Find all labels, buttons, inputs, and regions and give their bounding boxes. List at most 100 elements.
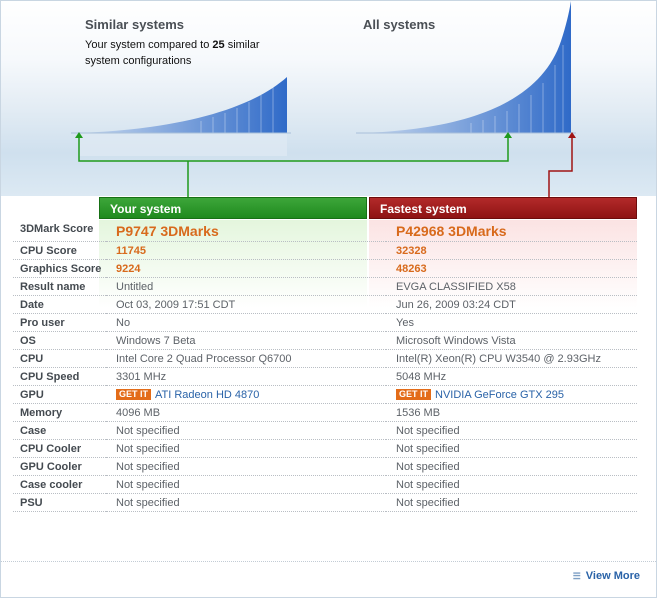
row-label: CPU Score — [13, 241, 106, 260]
your-value: P9747 3DMarks — [106, 220, 386, 242]
footer-divider — [1, 561, 656, 562]
view-more-label: View More — [585, 570, 640, 582]
value-text: Windows 7 Beta — [116, 335, 196, 347]
row-label-text: GPU Cooler — [20, 461, 82, 473]
comparison-table: 3DMark Score P9747 3DMarks P42968 3DMarks C… — [13, 220, 637, 512]
value-text: Microsoft Windows Vista — [396, 335, 516, 347]
table-row: CPU Speed 3301 MHz 5048 MHz — [13, 367, 637, 386]
table-row: CPU Intel Core 2 Quad Processor Q6700 Inte… — [13, 349, 637, 368]
fastest-value: Microsoft Windows Vista — [386, 331, 637, 350]
row-label: Memory — [13, 403, 106, 422]
your-value: 11745 — [106, 241, 386, 260]
value-text: 1536 MB — [396, 407, 441, 419]
fastest-value: GET IT NVIDIA GeForce GTX 295 — [386, 385, 637, 404]
row-label-text: CPU Speed — [20, 371, 80, 383]
fastest-value: Not specified — [386, 439, 637, 458]
row-label-text: Graphics Score — [20, 263, 102, 275]
similar-curve-fade — [79, 133, 287, 156]
value-text: 9224 — [116, 263, 141, 275]
value-text: 4096 MB — [116, 407, 161, 419]
value-text: 48263 — [396, 263, 427, 275]
row-label: PSU — [13, 493, 106, 512]
your-value: Untitled — [106, 277, 386, 296]
value-text: Not specified — [116, 443, 180, 455]
table-row: Pro user No Yes — [13, 313, 637, 332]
your-value: Not specified — [106, 457, 386, 476]
similar-curve — [79, 77, 287, 133]
row-label-text: Pro user — [20, 317, 65, 329]
table-row: GPU GET IT ATI Radeon HD 4870 GET IT NVIDIA … — [13, 385, 637, 404]
fastest-system-header: Fastest system — [369, 197, 637, 219]
your-value: Not specified — [106, 439, 386, 458]
row-label-text: Date — [20, 299, 44, 311]
value-text: Not specified — [116, 461, 180, 473]
row-label-text: PSU — [20, 497, 43, 509]
row-label: Case — [13, 421, 106, 440]
fastest-value: Not specified — [386, 475, 637, 494]
fastest-value: 5048 MHz — [386, 367, 637, 386]
your-value: 3301 MHz — [106, 367, 386, 386]
row-label: Graphics Score — [13, 259, 106, 278]
value-text: No — [116, 317, 131, 329]
value-text: 3301 MHz — [116, 371, 167, 383]
fastest-value: Not specified — [386, 421, 637, 440]
row-label: Pro user — [13, 313, 106, 332]
value-text: P42968 3DMarks — [396, 223, 507, 239]
your-value: 4096 MB — [106, 403, 386, 422]
row-label: Case cooler — [13, 475, 106, 494]
your-value: Not specified — [106, 493, 386, 512]
row-label-text: CPU Cooler — [20, 443, 82, 455]
your-value: Windows 7 Beta — [106, 331, 386, 350]
value-text: Yes — [396, 317, 414, 329]
value-text: Not specified — [396, 497, 460, 509]
fastest-value: 48263 — [386, 259, 637, 278]
table-row: Case cooler Not specified Not specified — [13, 475, 637, 494]
get-it-button[interactable]: GET IT — [396, 389, 431, 400]
value-text: Not specified — [396, 425, 460, 437]
value-text[interactable]: NVIDIA GeForce GTX 295 — [435, 389, 564, 401]
your-value: GET IT ATI Radeon HD 4870 — [106, 385, 386, 404]
value-text: Jun 26, 2009 03:24 CDT — [396, 299, 516, 311]
row-label: CPU Cooler — [13, 439, 106, 458]
row-label-text: Case — [20, 425, 47, 437]
your-system-header: Your system — [99, 197, 367, 219]
row-label: Date — [13, 295, 106, 314]
value-text: Oct 03, 2009 17:51 CDT — [116, 299, 236, 311]
fastest-value: P42968 3DMarks — [386, 220, 637, 242]
row-label-text: GPU — [20, 389, 44, 401]
your-value: Intel Core 2 Quad Processor Q6700 — [106, 349, 386, 368]
row-label-text: Memory — [20, 407, 63, 419]
value-text: Untitled — [116, 281, 154, 293]
table-row: Memory 4096 MB 1536 MB — [13, 403, 637, 422]
comparison-panel: Similar systems Your system compared to … — [0, 0, 657, 598]
row-label: GPU Cooler — [13, 457, 106, 476]
table-row: 3DMark Score P9747 3DMarks P42968 3DMarks — [13, 220, 637, 242]
value-text[interactable]: ATI Radeon HD 4870 — [155, 389, 259, 401]
table-row: CPU Score 11745 32328 — [13, 241, 637, 260]
value-text: Not specified — [396, 479, 460, 491]
value-text: Not specified — [396, 461, 460, 473]
your-value: Not specified — [106, 421, 386, 440]
value-text: Intel Core 2 Quad Processor Q6700 — [116, 353, 292, 365]
fastest-system-connector — [548, 137, 573, 197]
row-label-text: CPU Score — [20, 245, 77, 257]
row-label-text: Result name — [20, 281, 86, 293]
table-row: PSU Not specified Not specified — [13, 493, 637, 512]
view-more-link[interactable]: ☰ View More — [573, 570, 640, 582]
value-text: 5048 MHz — [396, 371, 447, 383]
value-text: EVGA CLASSIFIED X58 — [396, 281, 516, 293]
fastest-value: 32328 — [386, 241, 637, 260]
all-systems-title: All systems — [363, 17, 436, 32]
row-label-text: CPU — [20, 353, 44, 365]
table-row: Date Oct 03, 2009 17:51 CDT Jun 26, 2009 0… — [13, 295, 637, 314]
your-value: Not specified — [106, 475, 386, 494]
your-value: 9224 — [106, 259, 386, 278]
fastest-value: EVGA CLASSIFIED X58 — [386, 277, 637, 296]
value-text: Intel(R) Xeon(R) CPU W3540 @ 2.93GHz — [396, 353, 601, 365]
value-text: P9747 3DMarks — [116, 223, 219, 239]
table-row: OS Windows 7 Beta Microsoft Windows Vista — [13, 331, 637, 350]
get-it-button[interactable]: GET IT — [116, 389, 151, 400]
your-value: Oct 03, 2009 17:51 CDT — [106, 295, 386, 314]
table-row: Graphics Score 9224 48263 — [13, 259, 637, 278]
table-row: Result name Untitled EVGA CLASSIFIED X58 — [13, 277, 637, 296]
